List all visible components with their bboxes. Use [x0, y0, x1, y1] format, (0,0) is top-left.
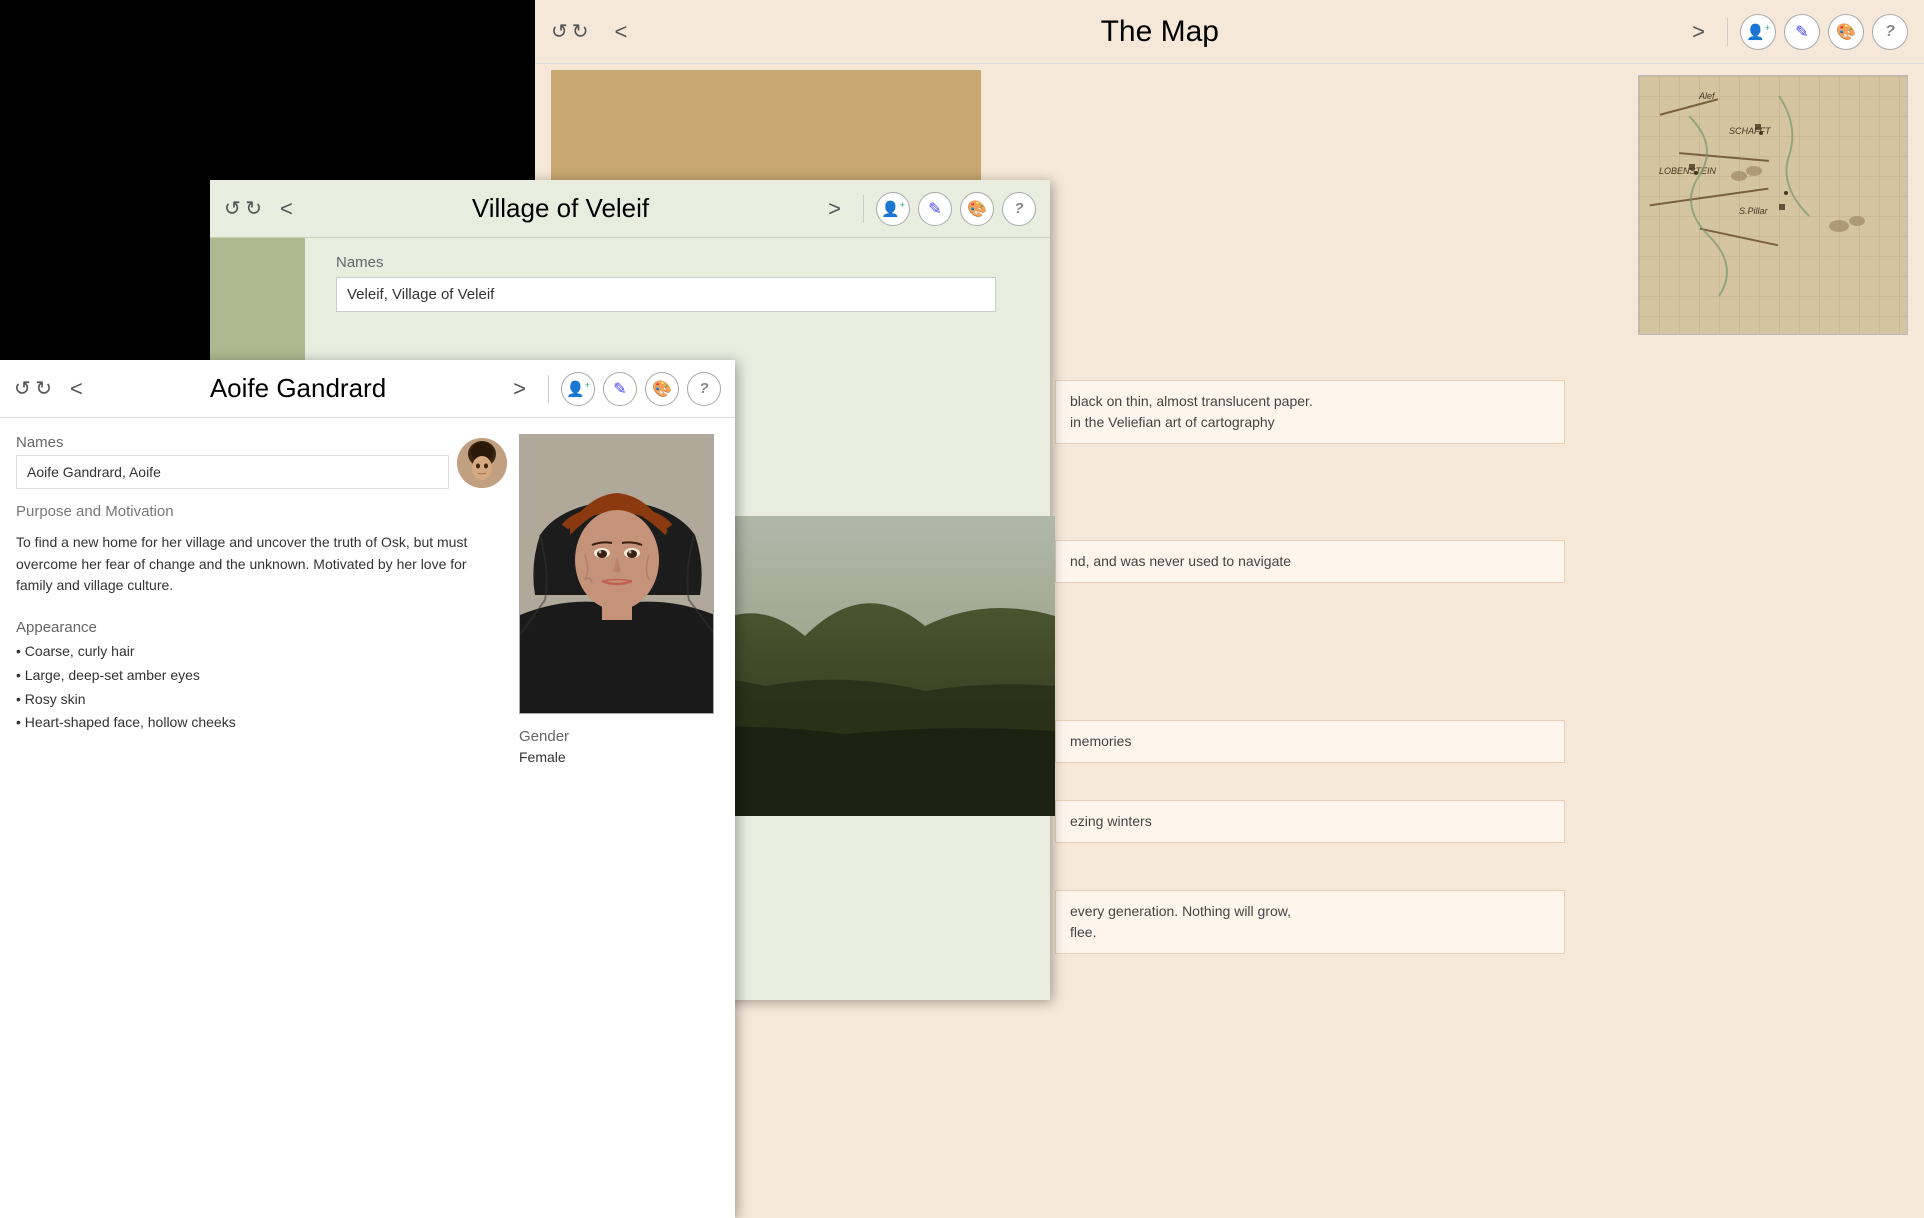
map-text-block-2: nd, and was never used to navigate	[1055, 540, 1565, 583]
aoife-add-user-icon: 👤+	[566, 380, 590, 398]
map-prev-button[interactable]: <	[605, 15, 638, 49]
aoife-portrait	[519, 434, 714, 714]
aoife-redo-button[interactable]: ↻	[35, 376, 52, 401]
map-help-button[interactable]: ?	[1872, 14, 1908, 50]
village-palette-button[interactable]: 🎨	[960, 192, 994, 226]
aoife-gender-value: Female	[519, 749, 719, 765]
aoife-names-row: Names Aoife Gandrard, Aoife	[16, 434, 507, 489]
aoife-edit-icon: ✎	[613, 379, 626, 399]
aoife-names-block: Names Aoife Gandrard, Aoife	[16, 434, 449, 489]
aoife-purpose-text: To find a new home for her village and u…	[16, 524, 507, 605]
aoife-undo-button[interactable]: ↺	[14, 376, 31, 401]
appearance-item-1: • Coarse, curly hair	[16, 640, 507, 664]
village-fields: Names Veleif, Village of Veleif	[336, 254, 1034, 312]
aoife-right-col: Gender Female	[519, 434, 719, 1202]
aoife-undo-redo: ↺ ↻	[14, 376, 52, 401]
aoife-next-button[interactable]: >	[503, 372, 536, 406]
map-text-block-4: ezing winters	[1055, 800, 1565, 843]
village-help-icon: ?	[1014, 200, 1023, 217]
map-toolbar-sep	[1727, 18, 1728, 46]
village-toolbar: ↺ ↻ < Village of Veleif > 👤+ ✎ 🎨 ?	[210, 180, 1050, 238]
map-add-user-button[interactable]: 👤+	[1740, 14, 1776, 50]
aoife-gender-section: Gender Female	[519, 728, 719, 765]
map-redo-button[interactable]: ↻	[572, 19, 589, 44]
aoife-avatar	[457, 438, 507, 488]
village-palette-icon: 🎨	[967, 199, 987, 219]
map-color-block	[551, 70, 981, 180]
map-title: The Map	[645, 15, 1674, 49]
map-text-block-1: black on thin, almost translucent paper.…	[1055, 380, 1565, 444]
map-undo-redo: ↺ ↻	[551, 19, 589, 44]
aoife-names-label: Names	[16, 434, 449, 451]
village-help-button[interactable]: ?	[1002, 192, 1036, 226]
village-edit-button[interactable]: ✎	[918, 192, 952, 226]
village-title: Village of Veleif	[311, 193, 810, 224]
village-add-user-icon: 👤+	[881, 200, 905, 218]
village-toolbar-sep	[863, 195, 864, 223]
aoife-left-col: Names Aoife Gandrard, Aoife	[16, 434, 507, 1202]
map-thumbnail-inner: Alef SCHAFFT LOBENSTEIN S.Pillar	[1639, 76, 1907, 334]
map-undo-button[interactable]: ↺	[551, 19, 568, 44]
aoife-palette-button[interactable]: 🎨	[645, 372, 679, 406]
aoife-appearance-text: • Coarse, curly hair • Large, deep-set a…	[16, 640, 507, 735]
map-help-icon: ?	[1885, 23, 1895, 41]
aoife-help-button[interactable]: ?	[687, 372, 721, 406]
village-undo-redo: ↺ ↻	[224, 196, 262, 221]
aoife-help-icon: ?	[699, 380, 708, 397]
aoife-gender-label: Gender	[519, 728, 719, 745]
map-palette-icon: 🎨	[1836, 22, 1856, 42]
map-edit-button[interactable]: ✎	[1784, 14, 1820, 50]
map-palette-button[interactable]: 🎨	[1828, 14, 1864, 50]
aoife-palette-icon: 🎨	[652, 379, 672, 399]
aoife-prev-button[interactable]: <	[60, 372, 93, 406]
village-edit-icon: ✎	[928, 199, 941, 219]
village-names-value[interactable]: Veleif, Village of Veleif	[336, 277, 996, 312]
aoife-content: Names Aoife Gandrard, Aoife	[0, 418, 735, 1218]
map-toolbar: ↺ ↻ < The Map > 👤+ ✎ 🎨 ?	[535, 0, 1924, 64]
map-text-block-3: memories	[1055, 720, 1565, 763]
map-thumbnail: Alef SCHAFFT LOBENSTEIN S.Pillar	[1638, 75, 1908, 335]
village-add-user-button[interactable]: 👤+	[876, 192, 910, 226]
aoife-purpose-label: Purpose and Motivation	[16, 503, 507, 520]
aoife-title: Aoife Gandrard	[101, 373, 495, 404]
aoife-appearance-label: Appearance	[16, 619, 507, 636]
village-redo-button[interactable]: ↻	[245, 196, 262, 221]
aoife-panel: ↺ ↻ < Aoife Gandrard > 👤+ ✎ 🎨 ? Names Ao…	[0, 360, 735, 1218]
aoife-names-value[interactable]: Aoife Gandrard, Aoife	[16, 455, 449, 489]
appearance-item-3: • Rosy skin	[16, 688, 507, 712]
aoife-avatar-svg	[457, 438, 507, 488]
village-undo-button[interactable]: ↺	[224, 196, 241, 221]
aoife-toolbar: ↺ ↻ < Aoife Gandrard > 👤+ ✎ 🎨 ?	[0, 360, 735, 418]
aoife-avatar-area	[457, 434, 507, 488]
aoife-edit-button[interactable]: ✎	[603, 372, 637, 406]
map-edit-icon: ✎	[1795, 22, 1808, 42]
village-prev-button[interactable]: <	[270, 192, 303, 226]
appearance-item-4: • Heart-shaped face, hollow cheeks	[16, 711, 507, 735]
aoife-add-user-button[interactable]: 👤+	[561, 372, 595, 406]
village-next-button[interactable]: >	[818, 192, 851, 226]
map-text-block-5: every generation. Nothing will grow, fle…	[1055, 890, 1565, 954]
map-rivers-svg	[1639, 76, 1908, 335]
aoife-appearance-section: Appearance • Coarse, curly hair • Large,…	[16, 619, 507, 735]
village-names-label: Names	[336, 254, 1034, 271]
aoife-toolbar-sep	[548, 375, 549, 403]
aoife-portrait-svg	[520, 435, 714, 714]
map-next-button[interactable]: >	[1682, 15, 1715, 49]
map-add-user-icon: 👤+	[1746, 23, 1770, 41]
appearance-item-2: • Large, deep-set amber eyes	[16, 664, 507, 688]
